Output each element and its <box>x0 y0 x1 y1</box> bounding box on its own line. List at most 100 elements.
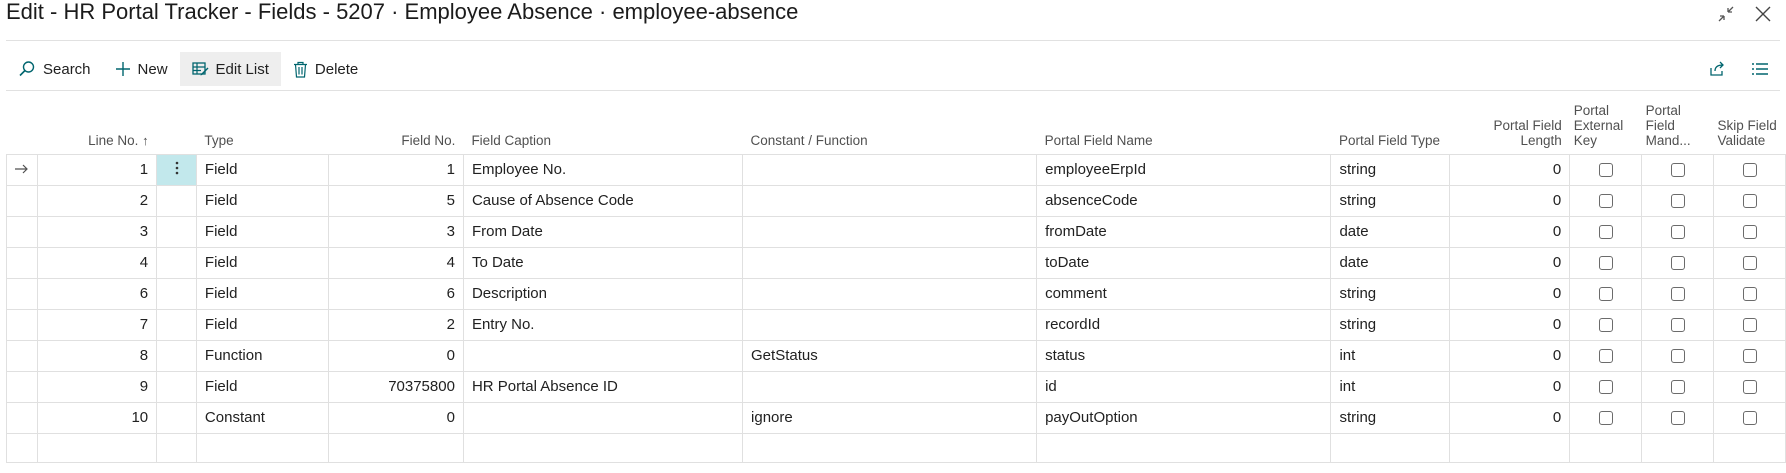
row-marker-cell[interactable] <box>6 370 38 403</box>
table-row[interactable]: 10 Constant 0 ignore payOutOption string 0 <box>6 401 1786 434</box>
column-header-portal-field-mand[interactable]: Portal Field Mand... <box>1642 92 1714 154</box>
cell-portal-field-type[interactable]: string <box>1330 153 1450 186</box>
cell-constant-function[interactable] <box>742 277 1038 310</box>
skip-validate-checkbox[interactable] <box>1742 380 1757 395</box>
empty-cell[interactable] <box>1448 432 1571 463</box>
skip-validate-checkbox[interactable] <box>1742 411 1757 426</box>
cell-portal-field-type[interactable]: string <box>1330 277 1450 310</box>
delete-button[interactable]: Delete <box>281 52 370 86</box>
mandatory-checkbox[interactable] <box>1670 380 1685 395</box>
mandatory-checkbox[interactable] <box>1670 349 1685 364</box>
cell-portal-field-length[interactable]: 0 <box>1448 308 1571 341</box>
row-marker-cell[interactable] <box>6 401 38 434</box>
mandatory-checkbox[interactable] <box>1670 411 1685 426</box>
row-menu-cell[interactable] <box>156 153 197 186</box>
row-menu-cell[interactable] <box>156 246 197 279</box>
table-row[interactable]: 1 Field 1 Employee No. employeeErpId string 0 <box>6 153 1786 186</box>
cell-portal-field-length[interactable]: 0 <box>1448 370 1571 403</box>
skip-validate-checkbox[interactable] <box>1742 318 1757 333</box>
empty-cell[interactable] <box>1713 432 1786 463</box>
external-key-checkbox[interactable] <box>1598 194 1613 209</box>
share-icon[interactable] <box>1704 56 1730 82</box>
row-marker-cell[interactable] <box>6 308 38 341</box>
table-row[interactable]: 9 Field 70375800 HR Portal Absence ID id int 0 <box>6 370 1786 403</box>
column-header-type[interactable]: Type <box>196 92 328 154</box>
cell-portal-field-type[interactable]: string <box>1330 401 1450 434</box>
cell-portal-field-name[interactable]: comment <box>1036 277 1332 310</box>
table-row[interactable]: 4 Field 4 To Date toDate date 0 <box>6 246 1786 279</box>
cell-portal-field-type[interactable]: date <box>1330 215 1450 248</box>
cell-portal-field-type[interactable]: string <box>1330 184 1450 217</box>
cell-field-caption[interactable]: To Date <box>462 246 744 279</box>
table-row[interactable]: 6 Field 6 Description comment string 0 <box>6 277 1786 310</box>
mandatory-checkbox[interactable] <box>1670 225 1685 240</box>
cell-line-no[interactable]: 8 <box>36 339 158 372</box>
empty-cell[interactable] <box>742 432 1038 463</box>
cell-portal-field-length[interactable]: 0 <box>1448 246 1571 279</box>
cell-field-no[interactable]: 0 <box>328 401 464 434</box>
cell-portal-field-length[interactable]: 0 <box>1448 153 1571 186</box>
row-menu-cell[interactable] <box>156 308 197 341</box>
empty-cell[interactable] <box>36 432 158 463</box>
cell-portal-field-name[interactable]: id <box>1036 370 1332 403</box>
cell-line-no[interactable]: 3 <box>36 215 158 248</box>
row-menu-cell[interactable] <box>156 277 197 310</box>
external-key-checkbox[interactable] <box>1598 287 1613 302</box>
cell-type[interactable]: Constant <box>195 401 330 434</box>
cell-type[interactable]: Field <box>195 370 330 403</box>
column-header-portal-external-key[interactable]: Portal External Key <box>1570 92 1642 154</box>
skip-validate-checkbox[interactable] <box>1742 349 1757 364</box>
skip-validate-checkbox[interactable] <box>1742 256 1757 271</box>
cell-field-caption[interactable]: Cause of Absence Code <box>462 184 744 217</box>
cell-constant-function[interactable] <box>742 184 1038 217</box>
empty-cell[interactable] <box>195 432 330 463</box>
cell-type[interactable]: Field <box>195 215 330 248</box>
cell-portal-field-length[interactable]: 0 <box>1448 339 1571 372</box>
mandatory-checkbox[interactable] <box>1670 194 1685 209</box>
cell-portal-field-name[interactable]: fromDate <box>1036 215 1332 248</box>
cell-field-caption[interactable]: Entry No. <box>462 308 744 341</box>
skip-validate-checkbox[interactable] <box>1742 225 1757 240</box>
cell-portal-field-name[interactable]: payOutOption <box>1036 401 1332 434</box>
cell-type[interactable]: Field <box>195 308 330 341</box>
empty-cell[interactable] <box>6 432 38 463</box>
new-row-placeholder[interactable] <box>6 432 1786 463</box>
cell-field-no[interactable]: 1 <box>328 153 464 186</box>
cell-field-caption[interactable] <box>462 339 744 372</box>
skip-validate-checkbox[interactable] <box>1742 194 1757 209</box>
cell-line-no[interactable]: 7 <box>36 308 158 341</box>
empty-cell[interactable] <box>462 432 744 463</box>
row-marker-cell[interactable] <box>6 215 38 248</box>
column-header-portal-field-name[interactable]: Portal Field Name <box>1037 92 1331 154</box>
row-marker-cell[interactable] <box>6 184 38 217</box>
cell-constant-function[interactable] <box>742 370 1038 403</box>
skip-validate-checkbox[interactable] <box>1742 287 1757 302</box>
cell-line-no[interactable]: 9 <box>36 370 158 403</box>
cell-portal-field-type[interactable]: date <box>1330 246 1450 279</box>
close-icon[interactable] <box>1751 2 1775 26</box>
cell-constant-function[interactable]: GetStatus <box>742 339 1038 372</box>
new-button[interactable]: New <box>103 52 180 86</box>
external-key-checkbox[interactable] <box>1598 225 1613 240</box>
cell-field-no[interactable]: 5 <box>328 184 464 217</box>
cell-portal-field-length[interactable]: 0 <box>1448 401 1571 434</box>
cell-portal-field-name[interactable]: status <box>1036 339 1332 372</box>
column-header-skip-field-validate[interactable]: Skip Field Validate <box>1714 92 1786 154</box>
cell-field-no[interactable]: 70375800 <box>328 370 464 403</box>
cell-constant-function[interactable] <box>742 215 1038 248</box>
cell-line-no[interactable]: 2 <box>36 184 158 217</box>
empty-cell[interactable] <box>1641 432 1715 463</box>
cell-type[interactable]: Field <box>195 246 330 279</box>
cell-portal-field-length[interactable]: 0 <box>1448 184 1571 217</box>
cell-field-caption[interactable]: From Date <box>462 215 744 248</box>
cell-field-caption[interactable]: HR Portal Absence ID <box>462 370 744 403</box>
cell-type[interactable]: Field <box>195 184 330 217</box>
cell-portal-field-name[interactable]: absenceCode <box>1036 184 1332 217</box>
cell-field-no[interactable]: 6 <box>328 277 464 310</box>
cell-constant-function[interactable] <box>742 246 1038 279</box>
cell-line-no[interactable]: 1 <box>36 153 158 186</box>
cell-type[interactable]: Function <box>195 339 330 372</box>
row-menu-cell[interactable] <box>156 215 197 248</box>
external-key-checkbox[interactable] <box>1598 318 1613 333</box>
row-menu-cell[interactable] <box>156 401 197 434</box>
